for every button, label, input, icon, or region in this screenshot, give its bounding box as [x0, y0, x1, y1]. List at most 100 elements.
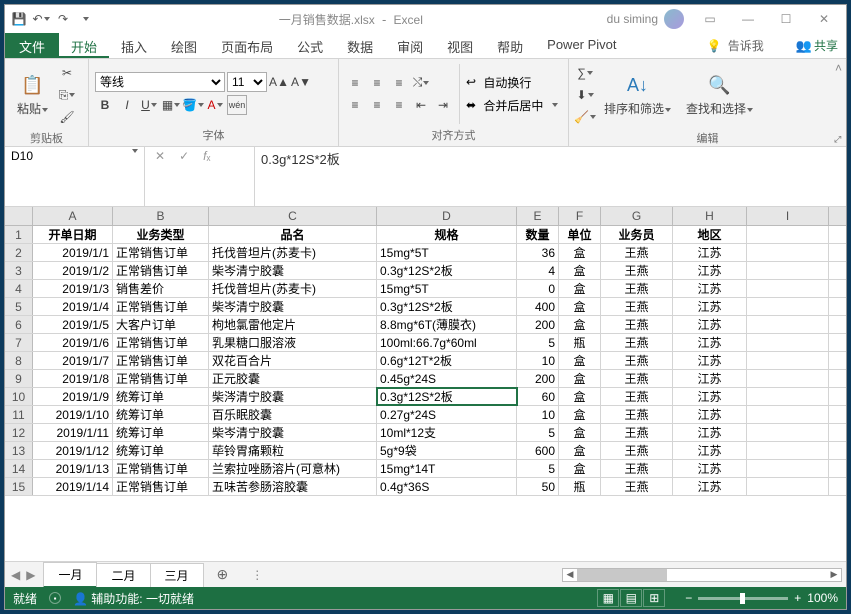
data-cell[interactable]: 江苏: [673, 388, 747, 405]
header-cell[interactable]: 数量: [517, 226, 559, 243]
data-cell[interactable]: 0.3g*12S*2板: [377, 388, 517, 405]
data-cell[interactable]: 正常销售订单: [113, 298, 209, 315]
data-cell[interactable]: 盒: [559, 298, 601, 315]
bold-icon[interactable]: B: [95, 95, 115, 115]
save-icon[interactable]: 💾: [9, 9, 29, 29]
data-cell[interactable]: 托伐普坦片(苏麦卡): [209, 280, 377, 297]
data-cell[interactable]: 2019/1/7: [33, 352, 113, 369]
align-launcher-icon[interactable]: ⤢: [834, 134, 844, 144]
cut-icon[interactable]: ✂: [57, 63, 77, 83]
col-header[interactable]: H: [673, 207, 747, 225]
tab-help[interactable]: 帮助: [485, 33, 535, 58]
data-cell[interactable]: 4: [517, 262, 559, 279]
row-header[interactable]: 5: [5, 298, 33, 315]
data-cell[interactable]: 2019/1/8: [33, 370, 113, 387]
row-header[interactable]: 14: [5, 460, 33, 477]
data-cell[interactable]: 盒: [559, 244, 601, 261]
data-cell[interactable]: 2019/1/1: [33, 244, 113, 261]
row-header[interactable]: 6: [5, 316, 33, 333]
data-cell[interactable]: 2019/1/3: [33, 280, 113, 297]
data-cell[interactable]: 盒: [559, 424, 601, 441]
accessibility-status[interactable]: 👤 辅助功能: 一切就绪: [73, 590, 194, 607]
data-cell[interactable]: 5: [517, 424, 559, 441]
fill-icon[interactable]: ⬇: [575, 85, 595, 105]
fill-color-icon[interactable]: 🪣: [183, 95, 203, 115]
data-cell[interactable]: 统筹订单: [113, 442, 209, 459]
data-cell[interactable]: 王燕: [601, 388, 673, 405]
data-cell[interactable]: 2019/1/11: [33, 424, 113, 441]
data-cell[interactable]: 36: [517, 244, 559, 261]
data-cell[interactable]: 盒: [559, 280, 601, 297]
data-cell[interactable]: 盒: [559, 370, 601, 387]
data-cell[interactable]: 兰索拉唑肠溶片(可意林): [209, 460, 377, 477]
data-cell[interactable]: 0.4g*36S: [377, 478, 517, 495]
col-header[interactable]: A: [33, 207, 113, 225]
merge-center-button[interactable]: ⬌ 合并后居中: [466, 97, 558, 114]
zoom-slider[interactable]: [698, 597, 788, 600]
data-cell[interactable]: 15mg*5T: [377, 244, 517, 261]
zoom-level[interactable]: 100%: [807, 591, 838, 605]
data-cell[interactable]: 百乐眠胶囊: [209, 406, 377, 423]
data-cell[interactable]: 正常销售订单: [113, 244, 209, 261]
data-cell[interactable]: 江苏: [673, 262, 747, 279]
tab-insert[interactable]: 插入: [109, 33, 159, 58]
data-cell[interactable]: 5: [517, 334, 559, 351]
data-cell[interactable]: 枸地氯雷他定片: [209, 316, 377, 333]
record-macro-icon[interactable]: ▪: [49, 592, 61, 604]
paste-button[interactable]: 📋 粘贴: [11, 72, 54, 119]
font-size-select[interactable]: 11: [227, 72, 267, 92]
col-header[interactable]: E: [517, 207, 559, 225]
data-cell[interactable]: 江苏: [673, 280, 747, 297]
data-cell[interactable]: 正常销售订单: [113, 334, 209, 351]
header-cell[interactable]: 业务类型: [113, 226, 209, 243]
col-header[interactable]: F: [559, 207, 601, 225]
tab-powerpivot[interactable]: Power Pivot: [535, 33, 628, 58]
data-cell[interactable]: 江苏: [673, 478, 747, 495]
phonetic-icon[interactable]: wén: [227, 95, 247, 115]
data-cell[interactable]: 江苏: [673, 442, 747, 459]
data-cell[interactable]: 2019/1/14: [33, 478, 113, 495]
orientation-icon[interactable]: ⤭: [411, 73, 431, 93]
data-cell[interactable]: 大客户订单: [113, 316, 209, 333]
data-cell[interactable]: 正常销售订单: [113, 460, 209, 477]
wrap-text-button[interactable]: ↩ 自动换行: [466, 74, 558, 91]
border-icon[interactable]: ▦: [161, 95, 181, 115]
ribbon-options-icon[interactable]: ▭: [692, 7, 728, 31]
formula-input[interactable]: 0.3g*12S*2板: [255, 147, 846, 206]
data-cell[interactable]: 2019/1/2: [33, 262, 113, 279]
row-header[interactable]: 4: [5, 280, 33, 297]
row-header[interactable]: 2: [5, 244, 33, 261]
data-cell[interactable]: 0.3g*12S*2板: [377, 298, 517, 315]
data-cell[interactable]: 盒: [559, 352, 601, 369]
data-cell[interactable]: 盒: [559, 388, 601, 405]
data-cell[interactable]: 2019/1/5: [33, 316, 113, 333]
row-header[interactable]: 8: [5, 352, 33, 369]
col-header[interactable]: D: [377, 207, 517, 225]
font-name-select[interactable]: 等线: [95, 72, 225, 92]
data-cell[interactable]: 江苏: [673, 424, 747, 441]
user-area[interactable]: du siming: [607, 9, 684, 29]
data-cell[interactable]: 江苏: [673, 460, 747, 477]
row-header[interactable]: 13: [5, 442, 33, 459]
data-cell[interactable]: 盒: [559, 262, 601, 279]
tab-draw[interactable]: 绘图: [159, 33, 209, 58]
data-cell[interactable]: 王燕: [601, 442, 673, 459]
data-cell[interactable]: 王燕: [601, 316, 673, 333]
increase-font-icon[interactable]: A▲: [269, 72, 289, 92]
data-cell[interactable]: 瓶: [559, 478, 601, 495]
align-top-icon[interactable]: ≡: [345, 73, 365, 93]
header-cell[interactable]: 业务员: [601, 226, 673, 243]
data-cell[interactable]: 0: [517, 280, 559, 297]
enter-icon[interactable]: ✓: [179, 149, 189, 163]
tab-layout[interactable]: 页面布局: [209, 33, 285, 58]
header-cell[interactable]: 地区: [673, 226, 747, 243]
data-cell[interactable]: 10: [517, 406, 559, 423]
header-cell[interactable]: 单位: [559, 226, 601, 243]
data-cell[interactable]: 盒: [559, 460, 601, 477]
data-cell[interactable]: 柴涔清宁胶囊: [209, 388, 377, 405]
data-cell[interactable]: 5g*9袋: [377, 442, 517, 459]
data-cell[interactable]: 王燕: [601, 424, 673, 441]
normal-view-icon[interactable]: ▦: [597, 589, 619, 607]
data-cell[interactable]: 统筹订单: [113, 406, 209, 423]
data-cell[interactable]: 江苏: [673, 244, 747, 261]
